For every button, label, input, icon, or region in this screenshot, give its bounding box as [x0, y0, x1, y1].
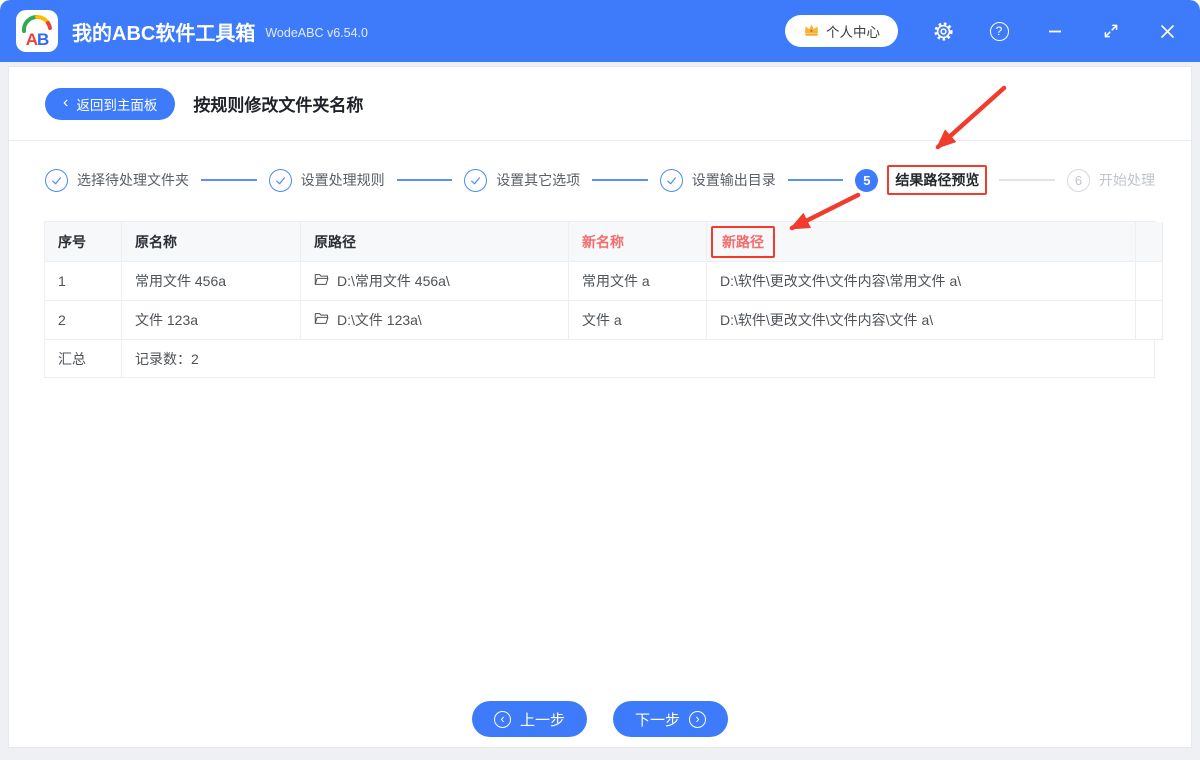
step-progress: 选择待处理文件夹 设置处理规则 设置其它选项 设置输出目录 5 结果路径预览 6… [9, 141, 1191, 219]
page-title: 按规则修改文件夹名称 [193, 96, 364, 115]
previous-step-label: 上一步 [519, 711, 565, 729]
app-title: 我的ABC软件工具箱 [72, 22, 256, 45]
circle-chevron-left-icon: ‹ [493, 710, 511, 728]
main-panel: ‹ 返回到主面板 按规则修改文件夹名称 选择待处理文件夹 设置处理规则 设置其它… [8, 66, 1192, 748]
step-label: 开始处理 [1098, 172, 1155, 188]
titlebar-actions: 个人中心 ? [785, 15, 1178, 47]
app-window: AB 我的ABC软件工具箱 WodeABC v6.54.0 个人中心 ? ‹ 返… [0, 0, 1200, 760]
row1-old-name: 常用文件 456a [122, 262, 301, 301]
back-to-main-button[interactable]: ‹ 返回到主面板 [45, 87, 176, 120]
logo-letter-b: B [37, 30, 49, 49]
help-icon[interactable]: ? [988, 20, 1010, 42]
col-header-new-path: 新路径 [707, 222, 1136, 262]
row2-new-name: 文件 a [569, 301, 707, 340]
maximize-button[interactable] [1100, 20, 1122, 42]
step-label: 设置输出目录 [691, 172, 776, 188]
close-button[interactable] [1156, 20, 1178, 42]
panel-header: ‹ 返回到主面板 按规则修改文件夹名称 [9, 67, 1191, 141]
row2-index: 2 [45, 301, 122, 340]
user-center-button[interactable]: 个人中心 [785, 15, 898, 47]
next-step-button[interactable]: 下一步 › [613, 701, 729, 737]
wizard-footer: ‹ 上一步 下一步 › [9, 701, 1191, 737]
back-button-label: 返回到主面板 [76, 97, 158, 113]
step-4: 设置输出目录 [659, 168, 776, 192]
minimize-button[interactable] [1044, 20, 1066, 42]
row1-index: 1 [45, 262, 122, 301]
summary-record-count: 记录数：2 [122, 340, 1155, 378]
row1-new-name: 常用文件 a [569, 262, 707, 301]
step-5-current: 5 结果路径预览 [855, 165, 988, 195]
app-logo-icon: AB [16, 10, 58, 52]
check-icon [659, 168, 683, 192]
step-connector [999, 179, 1055, 181]
row1-new-path: D:\软件\更改文件\文件内容\常用文件 a\ [707, 262, 1136, 301]
chevron-left-icon: ‹ [63, 93, 69, 111]
annotation-box-new-path: 新路径 [711, 225, 775, 258]
row2-old-name: 文件 123a [122, 301, 301, 340]
step-2: 设置处理规则 [268, 168, 385, 192]
row2-spacer [1136, 301, 1163, 340]
row1-spacer [1136, 262, 1163, 301]
settings-gear-icon[interactable] [932, 20, 954, 42]
result-preview-table: 序号 原名称 原路径 新名称 新路径 1 常用文件 456a D:\常用文件 4… [44, 221, 1163, 378]
step-3: 设置其它选项 [464, 168, 581, 192]
col-header-index: 序号 [45, 222, 122, 262]
col-header-old-name: 原名称 [122, 222, 301, 262]
step-number-badge: 6 [1066, 168, 1090, 192]
annotation-box-step-label: 结果路径预览 [887, 165, 988, 195]
step-connector [201, 179, 257, 181]
col-header-old-path: 原路径 [301, 222, 569, 262]
check-icon [45, 168, 68, 192]
circle-chevron-right-icon: › [689, 710, 707, 728]
titlebar: AB 我的ABC软件工具箱 WodeABC v6.54.0 个人中心 ? [0, 0, 1200, 62]
step-connector [787, 179, 844, 181]
row2-new-path: D:\软件\更改文件\文件内容\文件 a\ [707, 301, 1136, 340]
col-header-new-name: 新名称 [569, 222, 707, 262]
step-6: 6 开始处理 [1066, 168, 1155, 192]
check-icon [268, 168, 292, 192]
user-center-label: 个人中心 [826, 25, 880, 40]
step-label: 设置处理规则 [300, 172, 385, 188]
step-1: 选择待处理文件夹 [45, 168, 189, 192]
step-label: 选择待处理文件夹 [77, 172, 189, 188]
summary-label: 汇总 [45, 340, 122, 378]
check-icon [464, 168, 488, 192]
step-label: 设置其它选项 [496, 172, 581, 188]
folder-icon [314, 273, 329, 289]
folder-icon [314, 312, 329, 328]
next-step-label: 下一步 [635, 711, 681, 729]
step-number-badge: 5 [855, 168, 879, 192]
previous-step-button[interactable]: ‹ 上一步 [471, 701, 587, 737]
step-connector [396, 179, 453, 181]
crown-icon [803, 22, 820, 40]
step-connector [592, 179, 648, 181]
row2-old-path: D:\文件 123a\ [301, 301, 569, 340]
app-version: WodeABC v6.54.0 [265, 26, 368, 40]
logo-letter-a: A [25, 30, 38, 49]
row1-old-path: D:\常用文件 456a\ [301, 262, 569, 301]
col-header-spacer [1136, 222, 1163, 262]
